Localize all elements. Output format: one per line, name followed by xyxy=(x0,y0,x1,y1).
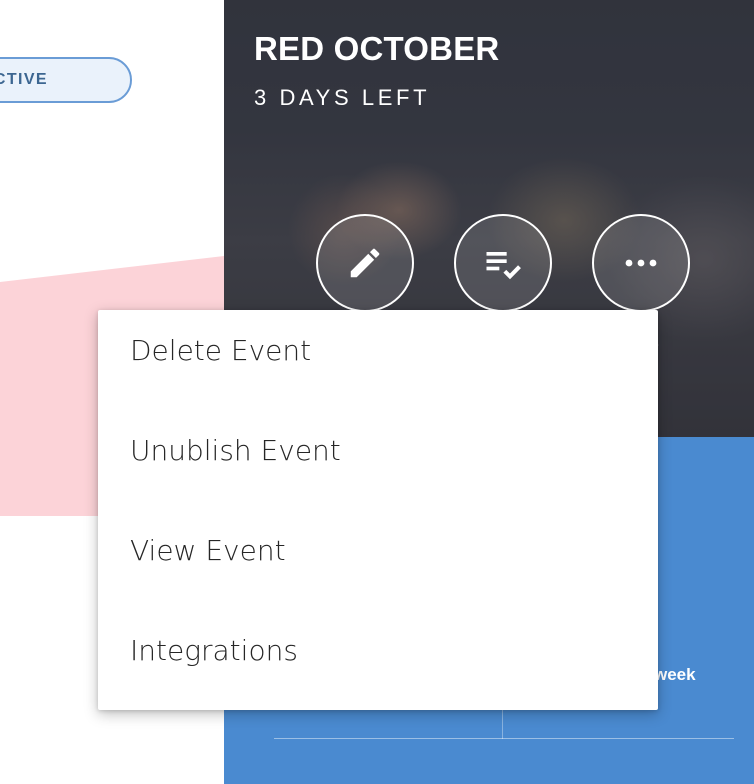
menu-item-view-event[interactable]: View Event xyxy=(98,510,658,610)
status-pill-label: CTIVE xyxy=(0,71,48,88)
menu-item-label: Delete Event xyxy=(130,333,312,367)
stats-divider-horizontal xyxy=(274,738,734,739)
menu-item-label: Integrations xyxy=(130,633,298,667)
checklist-icon xyxy=(486,252,521,280)
more-options-button[interactable] xyxy=(592,214,690,312)
pencil-icon xyxy=(350,248,380,278)
event-days-left: 3 DAYS LEFT xyxy=(254,85,431,110)
menu-item-label: View Event xyxy=(130,533,286,567)
menu-item-unpublish-event[interactable]: Unublish Event xyxy=(98,410,658,510)
stats-period-label: week xyxy=(654,665,696,684)
event-title: RED OCTOBER xyxy=(254,30,500,67)
menu-item-label: Unublish Event xyxy=(130,433,341,467)
status-filter-pill[interactable]: CTIVE xyxy=(0,57,132,103)
more-horizontal-icon xyxy=(625,259,657,267)
checklist-button[interactable] xyxy=(454,214,552,312)
event-options-menu: Delete Event Unublish Event View Event I… xyxy=(98,310,658,710)
menu-item-integrations[interactable]: Integrations xyxy=(98,610,658,710)
edit-event-button[interactable] xyxy=(316,214,414,312)
menu-item-delete-event[interactable]: Delete Event xyxy=(98,310,658,410)
